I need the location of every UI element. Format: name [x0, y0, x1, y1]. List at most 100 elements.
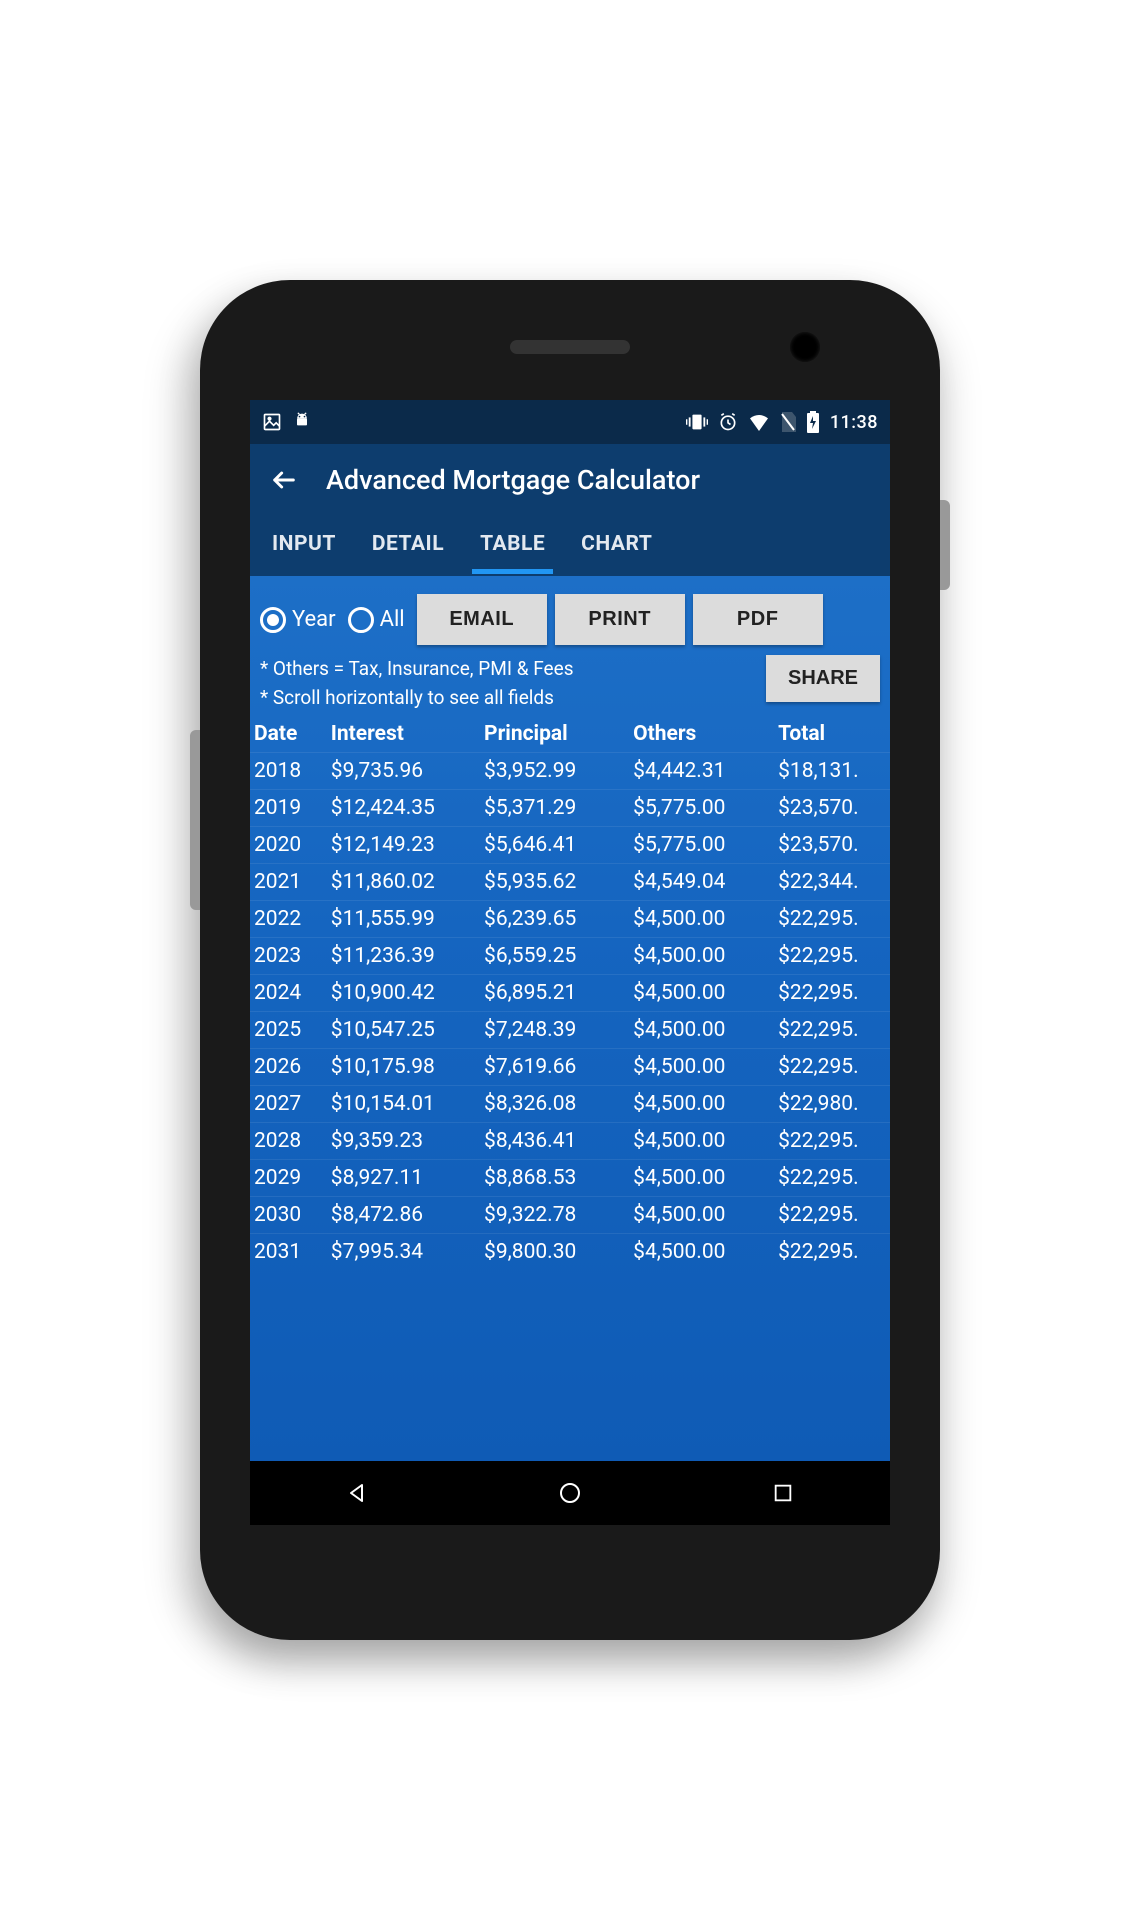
email-button[interactable]: EMAIL — [417, 594, 547, 645]
radio-all-wrap[interactable]: All — [348, 607, 405, 633]
cell-date: 2023 — [250, 938, 331, 975]
table-row: 2030$8,472.86$9,322.78$4,500.00$22,295. — [250, 1197, 890, 1234]
status-bar-right: 11:38 — [686, 411, 878, 433]
tab-input[interactable]: INPUT — [272, 532, 336, 560]
phone-side-button-right — [940, 500, 950, 590]
image-icon — [262, 412, 282, 432]
cell-principal: $9,800.30 — [484, 1234, 633, 1271]
cell-total: $18,131. — [778, 753, 890, 790]
note-line-2: * Scroll horizontally to see all fields — [260, 684, 754, 713]
share-button[interactable]: SHARE — [766, 655, 880, 702]
radio-all-label: All — [380, 607, 405, 632]
cell-interest: $7,995.34 — [331, 1234, 484, 1271]
radio-year-wrap[interactable]: Year — [260, 607, 336, 633]
cell-date: 2020 — [250, 827, 331, 864]
cell-total: $22,980. — [778, 1086, 890, 1123]
cell-date: 2019 — [250, 790, 331, 827]
cell-date: 2021 — [250, 864, 331, 901]
phone-camera — [790, 332, 820, 362]
cell-total: $22,295. — [778, 975, 890, 1012]
radio-year-label: Year — [292, 607, 336, 632]
phone-side-button-left — [190, 730, 200, 910]
table-row: 2023$11,236.39$6,559.25$4,500.00$22,295. — [250, 938, 890, 975]
cell-others: $4,500.00 — [633, 938, 778, 975]
table-row: 2019$12,424.35$5,371.29$5,775.00$23,570. — [250, 790, 890, 827]
cell-principal: $5,371.29 — [484, 790, 633, 827]
back-button[interactable] — [266, 462, 302, 498]
controls-row: Year All EMAIL PRINT PDF — [250, 586, 890, 649]
cell-others: $4,500.00 — [633, 975, 778, 1012]
cell-total: $23,570. — [778, 790, 890, 827]
vibrate-icon — [686, 412, 708, 432]
radio-year[interactable] — [260, 607, 286, 633]
cell-principal: $6,559.25 — [484, 938, 633, 975]
col-total: Total — [778, 716, 890, 753]
cell-principal: $7,248.39 — [484, 1012, 633, 1049]
app-title: Advanced Mortgage Calculator — [326, 464, 700, 496]
alarm-icon — [718, 412, 738, 432]
cell-interest: $9,735.96 — [331, 753, 484, 790]
tabs: INPUT DETAIL TABLE CHART — [250, 516, 890, 576]
cell-interest: $9,359.23 — [331, 1123, 484, 1160]
cell-others: $4,442.31 — [633, 753, 778, 790]
cell-others: $5,775.00 — [633, 790, 778, 827]
table-row: 2024$10,900.42$6,895.21$4,500.00$22,295. — [250, 975, 890, 1012]
cell-others: $4,500.00 — [633, 1123, 778, 1160]
status-bar-left — [262, 411, 312, 433]
table-wrap[interactable]: Date Interest Principal Others Total 201… — [250, 716, 890, 1461]
cell-interest: $10,154.01 — [331, 1086, 484, 1123]
cell-others: $4,500.00 — [633, 901, 778, 938]
col-principal: Principal — [484, 716, 633, 753]
cell-others: $4,500.00 — [633, 1012, 778, 1049]
cell-date: 2027 — [250, 1086, 331, 1123]
cell-principal: $6,239.65 — [484, 901, 633, 938]
cell-interest: $10,547.25 — [331, 1012, 484, 1049]
cell-others: $4,500.00 — [633, 1234, 778, 1271]
col-others: Others — [633, 716, 778, 753]
cell-others: $4,500.00 — [633, 1160, 778, 1197]
cell-interest: $8,927.11 — [331, 1160, 484, 1197]
col-date: Date — [250, 716, 331, 753]
cell-interest: $10,900.42 — [331, 975, 484, 1012]
content-area: Year All EMAIL PRINT PDF * Others = Tax,… — [250, 576, 890, 1461]
table-row: 2031$7,995.34$9,800.30$4,500.00$22,295. — [250, 1234, 890, 1271]
table-row: 2029$8,927.11$8,868.53$4,500.00$22,295. — [250, 1160, 890, 1197]
pdf-button[interactable]: PDF — [693, 594, 823, 645]
no-sim-icon — [780, 412, 796, 432]
status-time: 11:38 — [830, 412, 878, 433]
tab-detail[interactable]: DETAIL — [372, 532, 444, 560]
cell-interest: $11,236.39 — [331, 938, 484, 975]
table-row: 2025$10,547.25$7,248.39$4,500.00$22,295. — [250, 1012, 890, 1049]
cell-principal: $8,436.41 — [484, 1123, 633, 1160]
print-button[interactable]: PRINT — [555, 594, 685, 645]
cell-date: 2022 — [250, 901, 331, 938]
phone-frame: 11:38 Advanced Mortgage Calculator INPUT… — [200, 280, 940, 1640]
cell-principal: $8,326.08 — [484, 1086, 633, 1123]
cell-total: $22,295. — [778, 938, 890, 975]
cell-total: $22,295. — [778, 901, 890, 938]
cell-principal: $8,868.53 — [484, 1160, 633, 1197]
tab-table[interactable]: TABLE — [480, 532, 545, 560]
cell-interest: $10,175.98 — [331, 1049, 484, 1086]
cell-principal: $7,619.66 — [484, 1049, 633, 1086]
table-row: 2027$10,154.01$8,326.08$4,500.00$22,980. — [250, 1086, 890, 1123]
screen: 11:38 Advanced Mortgage Calculator INPUT… — [250, 400, 890, 1525]
cell-date: 2018 — [250, 753, 331, 790]
cell-date: 2028 — [250, 1123, 331, 1160]
nav-recent-button[interactable] — [765, 1475, 801, 1511]
table-row: 2018$9,735.96$3,952.99$4,442.31$18,131. — [250, 753, 890, 790]
cell-interest: $12,424.35 — [331, 790, 484, 827]
cell-principal: $9,322.78 — [484, 1197, 633, 1234]
nav-home-button[interactable] — [552, 1475, 588, 1511]
cell-interest: $12,149.23 — [331, 827, 484, 864]
cell-date: 2026 — [250, 1049, 331, 1086]
cell-date: 2031 — [250, 1234, 331, 1271]
tab-chart[interactable]: CHART — [581, 532, 652, 560]
cell-date: 2030 — [250, 1197, 331, 1234]
cell-total: $22,295. — [778, 1197, 890, 1234]
table-row: 2028$9,359.23$8,436.41$4,500.00$22,295. — [250, 1123, 890, 1160]
radio-all[interactable] — [348, 607, 374, 633]
cell-total: $22,344. — [778, 864, 890, 901]
android-icon — [292, 411, 312, 433]
nav-back-button[interactable] — [339, 1475, 375, 1511]
